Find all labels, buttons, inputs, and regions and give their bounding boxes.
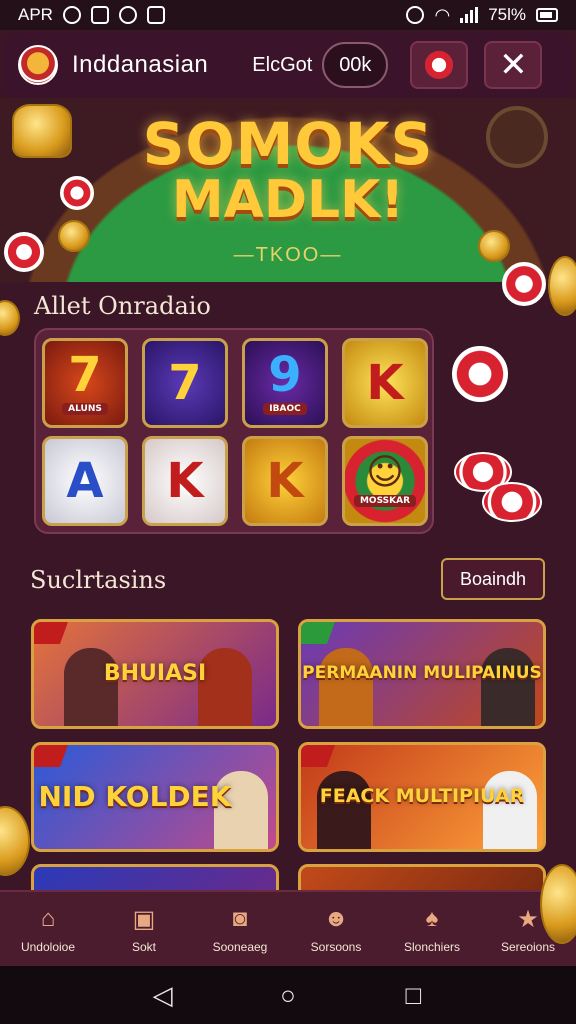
nav-label: Sorsoons — [310, 940, 362, 954]
slot-symbol: A — [66, 453, 104, 509]
nav-label: Sokt — [131, 940, 156, 954]
chip-button[interactable] — [410, 41, 469, 89]
slot-machine-icon: ◙ — [232, 905, 248, 932]
balance-value: 00k — [339, 53, 372, 76]
chip-decoration — [502, 262, 546, 306]
slot-caption: IBAOC — [263, 403, 307, 415]
nav-label: Undoloioe — [20, 940, 76, 954]
game-card[interactable]: FEACK MULTIPIUAR — [298, 742, 546, 852]
hero-title-line2: MADLK! — [171, 170, 405, 230]
sync-icon — [118, 6, 137, 24]
game-card[interactable]: BHUIASI — [31, 619, 279, 729]
box-icon: ▣ — [132, 905, 156, 933]
character-icon — [481, 648, 535, 726]
hero-title-line1: SOMOKS — [142, 110, 434, 178]
alarm-icon — [62, 6, 81, 24]
hot-badge-icon — [301, 622, 335, 644]
star-badge-icon: ★ — [517, 905, 539, 933]
app-title: Inddanasian — [72, 51, 209, 78]
slot-symbol: 7 — [68, 347, 102, 403]
nav-item-home[interactable]: ⌂ Undoloioe — [0, 904, 96, 954]
nav-label: Sereoions — [500, 940, 556, 954]
system-nav-bar: ◁ ○ □ — [0, 966, 576, 1024]
game-name: NID KOLDEK — [38, 780, 232, 814]
character-icon — [317, 771, 371, 849]
character-icon — [483, 771, 537, 849]
chip-decoration — [482, 482, 542, 522]
alarm-clock-icon — [406, 6, 425, 24]
cards-icon: ♠ — [425, 905, 439, 932]
game-name: BHUIASI — [103, 661, 207, 687]
hot-badge-icon — [34, 745, 69, 767]
slot-tile[interactable]: K — [142, 436, 228, 526]
games-section-title: Suclrtasins — [30, 566, 167, 594]
nav-item-cards[interactable]: ♠ Slonchiers — [384, 904, 480, 954]
battery-icon — [536, 8, 558, 22]
slot-tile[interactable]: 9 IBAOC — [242, 338, 328, 428]
balance-pill[interactable]: 00k — [322, 42, 389, 88]
game-name: PERMAANIN MULIPAINUS — [302, 663, 542, 684]
bottom-nav: ⌂ Undoloioe ▣ Sokt ◙ Sooneaeg ☻ Sorsoons… — [0, 890, 576, 966]
hot-badge-icon — [34, 622, 69, 644]
slot-tile[interactable]: K — [242, 436, 328, 526]
battery-percent: 75l% — [488, 5, 526, 24]
game-name: FEACK MULTIPIUAR — [319, 785, 525, 808]
recents-icon[interactable]: □ — [393, 980, 433, 1011]
slots-section-title: Allet Onradaio — [34, 292, 211, 320]
slot-grid: 7 ALUNS 7 9 IBAOC K A K K ☺ MOSSKAR — [34, 328, 434, 534]
mascot-icon: ☻ — [323, 905, 349, 932]
avatar[interactable] — [18, 45, 58, 85]
slot-tile[interactable]: ☺ MOSSKAR — [342, 436, 428, 526]
status-left: APR — [18, 5, 165, 25]
nav-item-sports[interactable]: ☻ Sorsoons — [288, 904, 384, 954]
search-button[interactable]: Boaindh — [441, 558, 545, 600]
slot-tile[interactable]: 7 — [142, 338, 228, 428]
balance-label: ElcGot — [252, 53, 313, 76]
slot-caption: MOSSKAR — [353, 495, 417, 507]
coin-decoration — [0, 806, 30, 876]
slot-tile[interactable]: 7 ALUNS — [42, 338, 128, 428]
wifi-icon: ◠ — [434, 4, 451, 25]
slot-symbol: K — [166, 453, 204, 509]
back-icon[interactable]: ◁ — [143, 980, 183, 1011]
nav-label: Slonchiers — [403, 940, 461, 954]
slot-symbol: ☺ — [366, 452, 404, 493]
slot-tile[interactable]: K — [342, 338, 428, 428]
close-icon: ✕ — [499, 46, 528, 84]
nav-item-games[interactable]: ◙ Sooneaeg — [192, 904, 288, 954]
search-label: Boaindh — [459, 568, 527, 589]
hero-subtitle: —TKOO— — [233, 244, 343, 266]
poker-chip-icon — [425, 51, 454, 79]
slot-tile[interactable]: A — [42, 436, 128, 526]
character-icon — [319, 648, 373, 726]
app-notification-icon — [146, 6, 165, 24]
chip-decoration — [452, 346, 508, 402]
slot-symbol: 9 — [268, 347, 302, 403]
notification-icon — [90, 6, 109, 24]
coin-decoration — [540, 864, 576, 944]
coin-decoration — [548, 256, 576, 316]
game-card[interactable]: NID KOLDEK — [31, 742, 279, 852]
home-circle-icon[interactable]: ○ — [268, 980, 308, 1011]
slot-symbol: 7 — [168, 355, 202, 411]
home-icon: ⌂ — [40, 905, 56, 932]
nav-label: Sooneaeg — [212, 940, 268, 954]
close-button[interactable]: ✕ — [484, 41, 543, 89]
coin-decoration — [0, 300, 20, 336]
game-card[interactable]: PERMAANIN MULIPAINUS — [298, 619, 546, 729]
nav-item-slot[interactable]: ▣ Sokt — [96, 904, 192, 955]
hero-banner[interactable]: SOMOKS MADLK! —TKOO— — [0, 98, 576, 282]
hot-badge-icon — [301, 745, 335, 767]
status-bar: APR ◠ 75l% — [0, 0, 576, 30]
slot-symbol: K — [266, 453, 304, 509]
status-right: ◠ 75l% — [406, 5, 558, 26]
slot-symbol: K — [366, 355, 404, 411]
app-header: Inddanasian ElcGot 00k ✕ — [4, 32, 572, 98]
slot-caption: ALUNS — [62, 403, 108, 415]
signal-icon — [460, 7, 479, 23]
status-time: APR — [18, 5, 53, 24]
character-icon — [198, 648, 252, 726]
